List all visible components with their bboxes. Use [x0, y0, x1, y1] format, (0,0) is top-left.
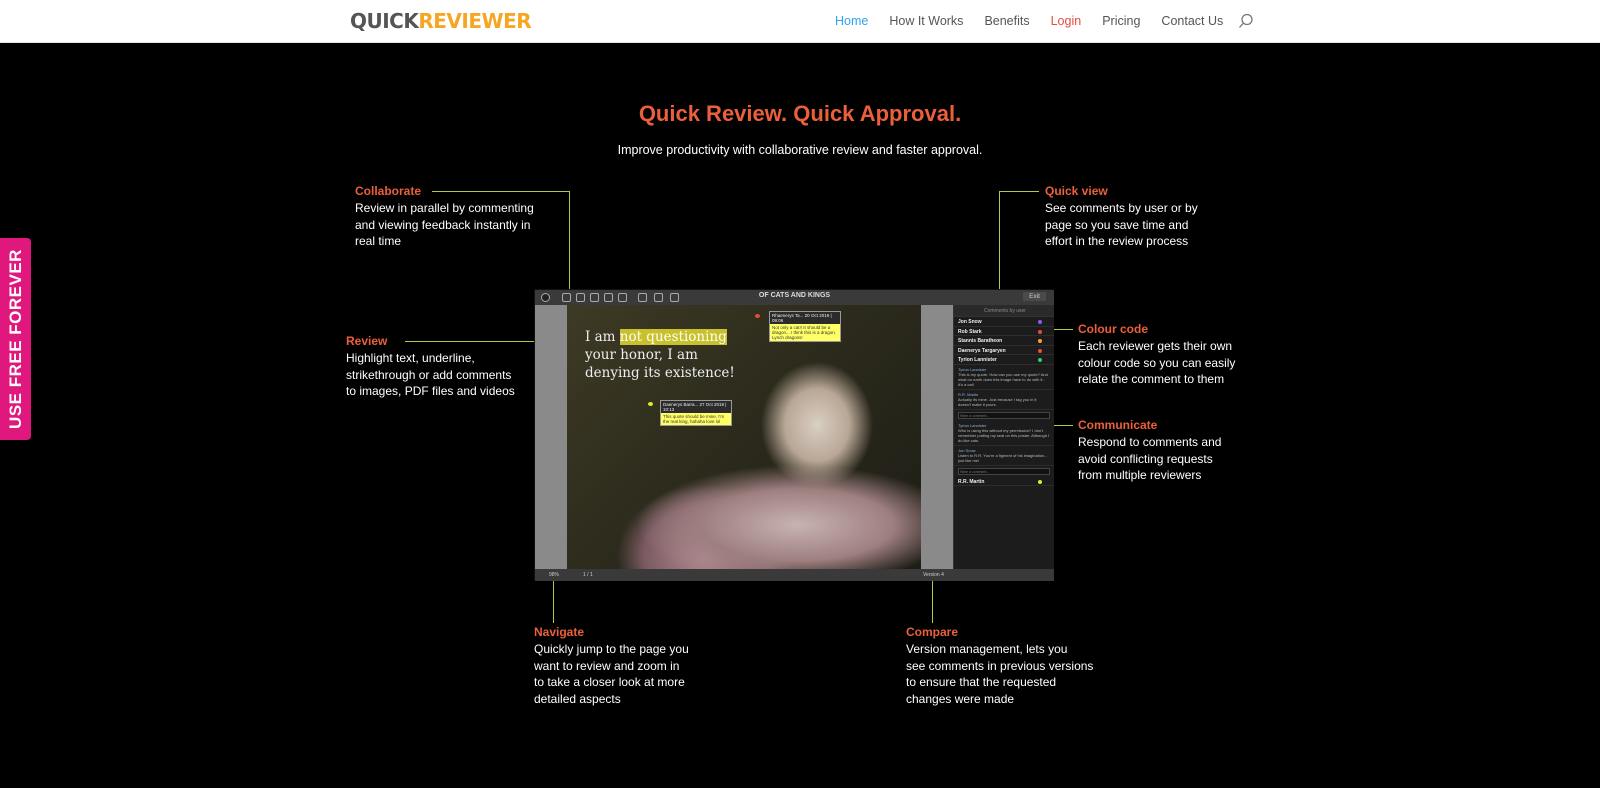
reviewer-row: R.R. Martin — [954, 477, 1054, 486]
reviewer-name: R.R. Martin — [958, 478, 985, 485]
feature-quick-view: Quick view See comments by user or by pa… — [1045, 183, 1225, 250]
comment-marker — [648, 402, 653, 406]
app-screenshot: OF CATS AND KINGS Exit I am not question… — [534, 289, 1054, 581]
feature-title: Colour code — [1078, 322, 1149, 336]
comment-text: Actually its mine. Just because I tag yo… — [958, 396, 1037, 407]
reviewer-row: Tyrion Lannister — [954, 355, 1054, 365]
reviewer-name: Rob Stark — [958, 328, 982, 335]
page-indicator: 1 / 1 — [583, 572, 593, 578]
search-icon[interactable] — [1238, 13, 1254, 29]
comment-text: Listen to R.R. You're a figment of his i… — [958, 452, 1048, 463]
feature-desc: Quickly jump to the page you want to rev… — [534, 641, 689, 707]
comment-text: Who is using this without my permission?… — [958, 427, 1050, 443]
comments-panel: Comments by user Jon Snow Rob Stark Stan… — [953, 305, 1054, 569]
reviewer-color-dot — [1038, 479, 1042, 484]
reviewer-row: Rob Stark — [954, 327, 1054, 336]
document-title: OF CATS AND KINGS — [758, 292, 831, 299]
note-header: Daenerys Barra... 27 Oct 2019 | 10:13 — [661, 401, 731, 413]
feature-compare: Compare Version management, lets you see… — [906, 624, 1116, 708]
quote-text: I am — [585, 329, 620, 345]
comment: Jon Snow Listen to R.R. You're a figment … — [954, 446, 1054, 466]
feature-title: Compare — [906, 625, 959, 639]
feature-review: Review Highlight text, underline, strike… — [346, 333, 536, 400]
mock-toolbar: OF CATS AND KINGS Exit — [535, 290, 1054, 305]
connector-line — [569, 191, 570, 289]
connector-line — [999, 191, 1000, 289]
connector-line — [1053, 425, 1073, 426]
feature-desc: See comments by user or by page so you s… — [1045, 200, 1198, 249]
site-header: QUICKREVIEWER Home How It Works Benefits… — [0, 0, 1600, 43]
reviewer-row: Jon Snow — [954, 317, 1054, 327]
comment-input: Write a comment... — [958, 411, 1050, 419]
nav-contact-us[interactable]: Contact Us — [1161, 14, 1223, 28]
comment-input: Write a comment... — [958, 467, 1050, 475]
connector-line — [553, 581, 554, 623]
feature-title: Quick view — [1045, 184, 1108, 198]
feature-desc: Each reviewer gets their own colour code… — [1078, 338, 1236, 387]
feature-navigate: Navigate Quickly jump to the page you wa… — [534, 624, 734, 708]
note-body: Not only a cat!! It should be a dragon..… — [772, 325, 837, 340]
hero-subtitle: Improve productivity with collaborative … — [617, 143, 983, 157]
reviewer-color-dot — [1038, 358, 1042, 362]
comment: Tyrion Lannister This is my quote. How ca… — [954, 365, 1054, 390]
feature-desc: Highlight text, underline, strikethrough… — [346, 350, 515, 399]
connector-line — [932, 581, 933, 623]
reviewer-color-dot — [1038, 320, 1042, 324]
nav-benefits[interactable]: Benefits — [984, 14, 1029, 28]
logo-quick: QUICK — [350, 9, 419, 33]
note-header: Rhaenerys Ta... 20 Oct 2019 | 09:06 — [770, 312, 840, 324]
reviewer-name: Jon Snow — [958, 319, 982, 325]
reviewer-color-dot — [1038, 329, 1042, 334]
exit-button: Exit — [1023, 292, 1046, 301]
feature-colour-code: Colour code Each reviewer gets their own… — [1078, 321, 1258, 388]
version-indicator: Version 4 — [923, 572, 944, 578]
connector-line — [1053, 329, 1073, 330]
note-body: This quote should be mine. I'm the real … — [663, 414, 725, 424]
reviewer-row: Stannis Baratheon — [954, 336, 1054, 346]
zoom-level: 98% — [549, 572, 560, 578]
document-canvas: I am not questioning your honor, I am de… — [535, 305, 953, 569]
reviewer-row: Daenerys Targaryen — [954, 346, 1054, 355]
panel-header: Comments by user — [954, 305, 1054, 317]
feature-communicate: Communicate Respond to comments and avoi… — [1078, 417, 1258, 484]
connector-line — [432, 191, 570, 192]
main-nav: Home How It Works Benefits Login Pricing… — [835, 14, 1223, 28]
feature-desc: Review in parallel by commenting and vie… — [355, 200, 534, 249]
logo-reviewer: REVIEWER — [418, 9, 532, 33]
feature-desc: Respond to comments and avoid conflictin… — [1078, 434, 1222, 483]
feature-title: Communicate — [1078, 418, 1158, 432]
highlighted-text: not questioning — [619, 329, 727, 345]
comment-text: This is my quote. How can you use my quo… — [958, 371, 1048, 387]
comment-note: Rhaenerys Ta... 20 Oct 2019 | 09:06 Not … — [769, 311, 841, 342]
connector-line — [999, 191, 1039, 192]
reviewer-name: Daenerys Targaryen — [958, 347, 1006, 354]
mock-bottom-bar: 98% 1 / 1 Version 4 — [535, 569, 1054, 581]
nav-home[interactable]: Home — [835, 14, 868, 28]
quote-text: your honor, I am denying its existence! — [585, 347, 735, 381]
nav-how-it-works[interactable]: How It Works — [889, 14, 963, 28]
document-quote: I am not questioning your honor, I am de… — [585, 328, 755, 382]
reviewer-name: Tyrion Lannister — [958, 357, 997, 363]
reviewer-name: Stannis Baratheon — [958, 338, 1003, 344]
nav-login[interactable]: Login — [1051, 14, 1082, 28]
reviewer-color-dot — [1038, 348, 1042, 353]
comment: R.R. Martin Actually its mine. Just becau… — [954, 390, 1054, 410]
comment-marker — [755, 314, 760, 318]
feature-desc: Version management, lets you see comment… — [906, 641, 1094, 707]
feature-collaborate: Collaborate Review in parallel by commen… — [355, 183, 555, 250]
comment: Tyrion Lannister Who is using this withou… — [954, 421, 1054, 446]
use-free-forever-tab[interactable]: USE FREE FOREVER — [0, 238, 31, 440]
feature-title: Navigate — [534, 625, 585, 639]
hero-title: Quick Review. Quick Approval. — [638, 101, 962, 126]
comment-note: Daenerys Barra... 27 Oct 2019 | 10:13 Th… — [660, 400, 732, 426]
logo[interactable]: QUICKREVIEWER — [350, 9, 532, 33]
side-tab-label: USE FREE FOREVER — [5, 249, 25, 429]
nav-pricing[interactable]: Pricing — [1102, 14, 1140, 28]
reviewer-color-dot — [1038, 339, 1042, 343]
